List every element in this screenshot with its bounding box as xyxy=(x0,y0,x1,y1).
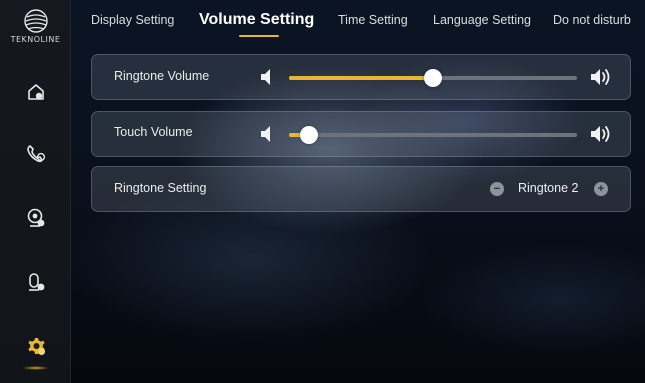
intercom-icon xyxy=(28,273,44,291)
home-icon xyxy=(27,84,44,100)
volume-down-icon[interactable] xyxy=(260,125,274,143)
tab-volume-setting[interactable]: Volume Setting xyxy=(199,11,314,29)
brand-name: TEKNOLINE xyxy=(10,35,61,44)
touch-volume-row: Touch Volume xyxy=(91,111,631,157)
active-tab-indicator xyxy=(239,35,279,37)
app-window: TEKNOLINE Display Setting Volume Setting… xyxy=(0,0,645,383)
settings-icon xyxy=(27,338,45,356)
tab-display-setting[interactable]: Display Setting xyxy=(91,13,174,27)
sidebar-item-monitor[interactable] xyxy=(0,190,71,246)
ringtone-volume-slider[interactable] xyxy=(289,69,577,87)
tab-language-setting[interactable]: Language Setting xyxy=(433,13,531,27)
camera-icon xyxy=(27,208,44,227)
sidebar-item-calls[interactable] xyxy=(0,126,71,182)
sidebar: TEKNOLINE xyxy=(0,0,71,383)
ringtone-setting-label: Ringtone Setting xyxy=(114,181,207,195)
touch-volume-slider[interactable] xyxy=(289,126,577,144)
phone-icon xyxy=(26,145,45,163)
volume-up-icon[interactable] xyxy=(590,68,612,86)
ringtone-volume-fill xyxy=(289,76,433,80)
touch-volume-knob[interactable] xyxy=(300,126,319,144)
ringtone-previous-button[interactable]: − xyxy=(490,182,504,196)
touch-volume-label: Touch Volume xyxy=(114,125,193,139)
settings-tabs: Display Setting Volume Setting Time Sett… xyxy=(71,0,645,48)
ringtone-next-button[interactable]: + xyxy=(594,182,608,196)
globe-logo-icon xyxy=(23,9,48,33)
volume-down-icon[interactable] xyxy=(260,68,274,86)
ringtone-volume-knob[interactable] xyxy=(424,69,442,87)
sidebar-item-settings[interactable] xyxy=(0,318,71,374)
ringtone-volume-row: Ringtone Volume xyxy=(91,54,631,100)
brand-logo: TEKNOLINE xyxy=(0,2,71,54)
sidebar-item-home[interactable] xyxy=(0,64,71,120)
ringtone-setting-row: Ringtone Setting − Ringtone 2 + xyxy=(91,166,631,212)
ringtone-value: Ringtone 2 xyxy=(518,181,579,195)
ringtone-volume-label: Ringtone Volume xyxy=(114,69,210,83)
volume-up-icon[interactable] xyxy=(590,125,612,143)
tab-do-not-disturb[interactable]: Do not disturb xyxy=(553,13,631,27)
tab-time-setting[interactable]: Time Setting xyxy=(338,13,408,27)
sidebar-item-intercom[interactable] xyxy=(0,254,71,310)
